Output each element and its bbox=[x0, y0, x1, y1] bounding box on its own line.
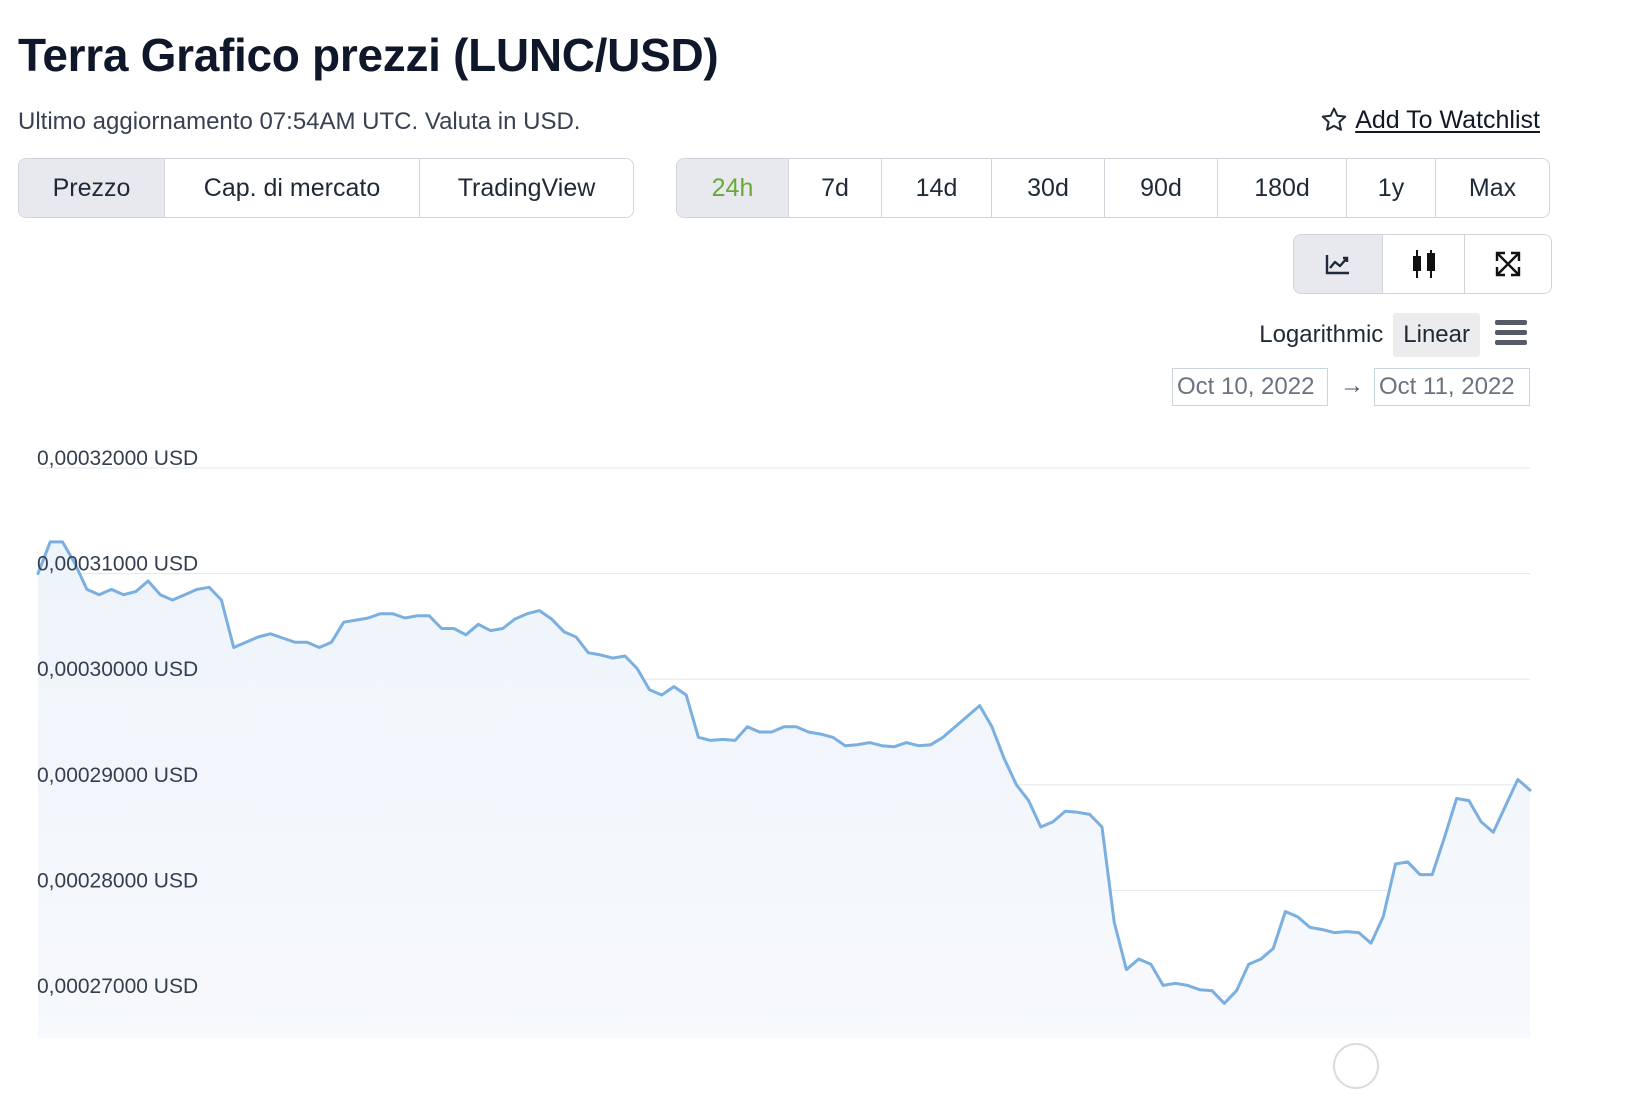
hamburger-menu-icon[interactable] bbox=[1494, 318, 1528, 348]
y-tick-label: 0,00027000 USD bbox=[37, 975, 198, 998]
candlestick-button[interactable] bbox=[1383, 235, 1465, 293]
range-180d[interactable]: 180d bbox=[1218, 159, 1347, 217]
time-range-selector: 24h 7d 14d 30d 90d 180d 1y Max bbox=[676, 158, 1550, 218]
range-max[interactable]: Max bbox=[1436, 159, 1549, 217]
range-7d[interactable]: 7d bbox=[789, 159, 882, 217]
chart-view-toggle bbox=[1293, 234, 1552, 294]
candlestick-icon bbox=[1412, 250, 1435, 278]
chart-type-tabs: Prezzo Cap. di mercato TradingView bbox=[18, 158, 634, 218]
y-tick-label: 0,00029000 USD bbox=[37, 764, 198, 787]
watchlist-label: Add To Watchlist bbox=[1355, 105, 1540, 134]
y-tick-label: 0,00030000 USD bbox=[37, 658, 198, 681]
scale-logarithmic[interactable]: Logarithmic bbox=[1249, 313, 1393, 357]
price-area bbox=[38, 541, 1530, 1039]
scale-toggle: Logarithmic Linear bbox=[1249, 312, 1480, 358]
watermark-logo bbox=[1333, 1043, 1379, 1089]
date-from-input[interactable]: Oct 10, 2022 bbox=[1172, 368, 1328, 406]
scale-linear[interactable]: Linear bbox=[1393, 313, 1480, 357]
add-to-watchlist-link[interactable]: Add To Watchlist bbox=[1319, 105, 1540, 135]
fullscreen-button[interactable] bbox=[1465, 235, 1551, 293]
range-24h[interactable]: 24h bbox=[677, 159, 789, 217]
y-tick-label: 0,00032000 USD bbox=[37, 447, 198, 470]
line-chart-button[interactable] bbox=[1294, 235, 1383, 293]
star-outline-icon bbox=[1321, 107, 1347, 131]
y-tick-label: 0,00031000 USD bbox=[37, 553, 198, 576]
range-1y[interactable]: 1y bbox=[1347, 159, 1436, 217]
line-chart-icon bbox=[1325, 255, 1349, 275]
y-tick-label: 0,00028000 USD bbox=[37, 869, 198, 892]
date-range-arrow: → bbox=[1340, 372, 1364, 399]
date-to-input[interactable]: Oct 11, 2022 bbox=[1374, 368, 1530, 406]
page-title: Terra Grafico prezzi (LUNC/USD) bbox=[18, 29, 719, 81]
range-14d[interactable]: 14d bbox=[882, 159, 992, 217]
tab-market-cap[interactable]: Cap. di mercato bbox=[165, 159, 420, 217]
range-90d[interactable]: 90d bbox=[1105, 159, 1218, 217]
tab-tradingview[interactable]: TradingView bbox=[420, 159, 633, 217]
fullscreen-icon bbox=[1495, 251, 1521, 277]
range-30d[interactable]: 30d bbox=[992, 159, 1105, 217]
price-chart[interactable]: 0,00032000 USD 0,00031000 USD 0,00030000 U… bbox=[0, 420, 1648, 1104]
last-updated-text: Ultimo aggiornamento 07:54AM UTC. Valuta… bbox=[18, 108, 581, 135]
tab-prezzo[interactable]: Prezzo bbox=[19, 159, 165, 217]
